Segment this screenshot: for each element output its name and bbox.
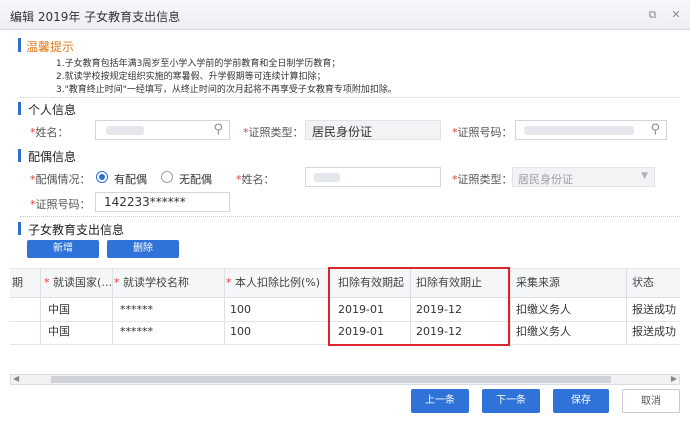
tip-line: 2.就读学校按规定组织实施的寒暑假、升学假期等可连续计算扣除； [56,72,326,82]
table-cell: ****** [120,325,153,338]
spouse-no-label[interactable]: 无配偶 [179,171,212,187]
column-header[interactable]: * 就读国家(… [44,268,112,298]
tips-title: 温馨提示 [26,40,75,54]
personal-id-number-field[interactable]: ⚲ [515,120,667,140]
previous-button[interactable]: 上一条 [411,389,469,413]
restore-icon[interactable]: ⧉ [647,9,659,21]
scroll-right-icon[interactable]: ▶ [671,374,677,383]
personal-id-number-label: *证照号码： [452,126,513,139]
column-header[interactable]: * 就读学校名称 [114,268,222,298]
spouse-id-number-field[interactable]: 142233****** [95,192,230,212]
highlight-box [328,267,510,346]
table-cell: 扣缴义务人 [516,303,571,316]
section-marker [18,102,21,115]
spouse-no-radio[interactable] [161,171,173,183]
close-icon[interactable]: ✕ [670,9,682,21]
divider [20,97,680,98]
search-icon[interactable]: ⚲ [213,122,223,137]
section-marker [18,149,21,162]
table-cell: 中国 [48,303,70,316]
tip-line: 1.子女教育包括年满3周岁至小学入学前的学前教育和全日制学历教育； [56,59,341,69]
chevron-down-icon[interactable]: ▼ [641,171,648,181]
add-button[interactable]: 新增 [27,240,99,258]
cancel-button[interactable]: 取消 [622,389,680,413]
section-marker [18,222,21,235]
search-icon[interactable]: ⚲ [650,122,660,137]
spouse-id-type-label: *证照类型： [452,173,513,186]
personal-id-type-field[interactable]: 居民身份证 [305,120,441,140]
next-button[interactable]: 下一条 [482,389,540,413]
spouse-id-type-value: 居民身份证 [518,173,573,186]
scrollbar-thumb[interactable] [51,376,611,383]
table-cell: 扣缴义务人 [516,325,571,338]
spouse-name-label: *姓名： [236,173,275,186]
section-marker [18,38,21,52]
divider [20,216,680,217]
spouse-id-type-select[interactable]: 居民身份证 ▼ [512,167,655,187]
column-header: 期 [12,268,42,298]
personal-id-type-value: 居民身份证 [312,125,373,139]
table-cell: 报送成功 [632,303,676,316]
delete-button[interactable]: 删除 [107,240,179,258]
column-header[interactable]: 采集来源 [516,268,612,298]
table-cell: 100 [230,303,251,316]
scroll-left-icon[interactable]: ◀ [13,374,19,383]
masked-value [106,126,144,135]
personal-id-type-label: *证照类型： [243,126,304,139]
spouse-id-number-label: *证照号码： [30,198,91,211]
save-button[interactable]: 保存 [553,389,609,413]
children-section-title: 子女教育支出信息 [28,223,125,237]
personal-name-field[interactable]: ⚲ [95,120,230,140]
table-cell: 报送成功 [632,325,676,338]
spouse-name-field[interactable] [305,167,441,187]
table-cell: 中国 [48,325,70,338]
dialog-title: 编辑 2019年 子女教育支出信息 [10,10,181,24]
table-cell: ****** [120,303,153,316]
column-header[interactable]: 状态 [632,268,680,298]
horizontal-scrollbar[interactable]: ◀ ▶ [10,374,680,385]
column-header[interactable]: * 本人扣除比例(%) [226,268,330,298]
spouse-yes-radio[interactable] [96,171,108,183]
personal-section-title: 个人信息 [28,103,77,117]
table-cell: 100 [230,325,251,338]
spouse-status-label: *配偶情况： [30,173,91,186]
personal-name-label: *姓名： [30,126,69,139]
spouse-section-title: 配偶信息 [28,150,77,164]
dialog-title-bar: 编辑 2019年 子女教育支出信息 ⧉ ✕ [0,0,690,30]
spouse-id-number-value: 142233****** [104,195,186,209]
window-controls: ⧉ ✕ [639,8,683,21]
spouse-yes-label[interactable]: 有配偶 [114,171,147,187]
masked-value [524,126,634,135]
tip-line: 3."教育终止时间"一经填写，从终止时间的次月起将不再享受子女教育专项附加扣除。 [56,85,397,95]
masked-value [314,173,340,182]
